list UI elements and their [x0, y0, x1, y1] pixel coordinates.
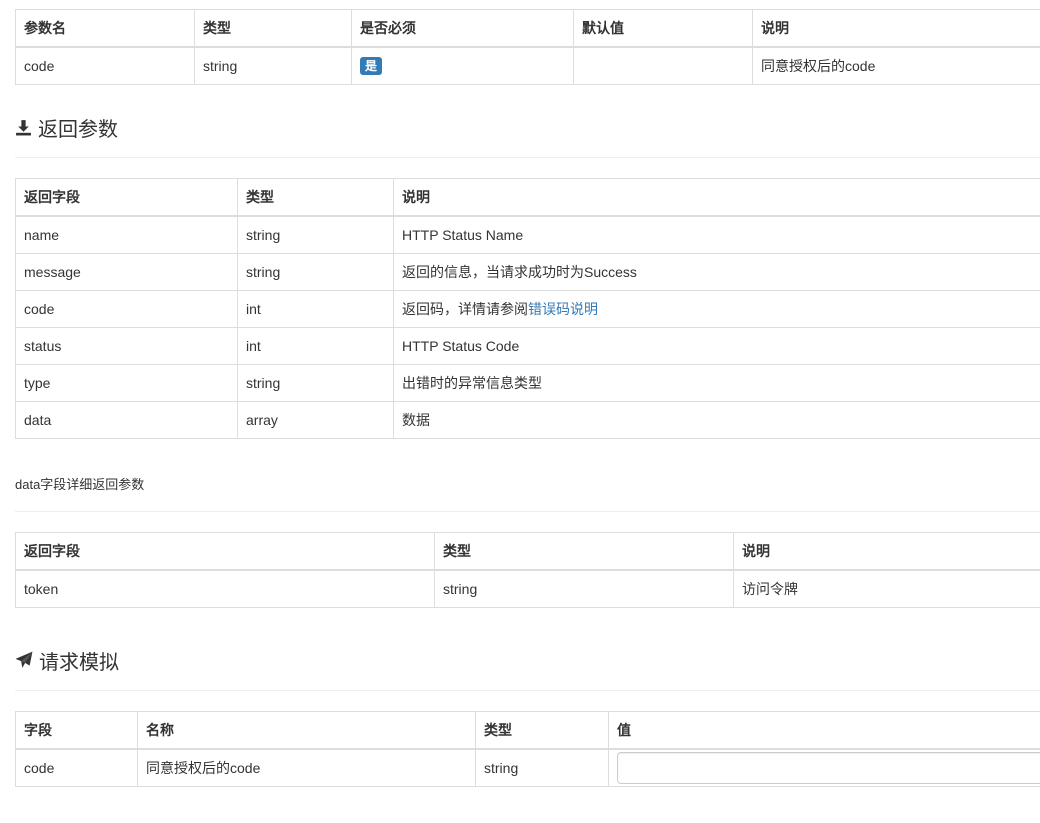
table-header-row: 参数名 类型 是否必须 默认值 说明 — [15, 9, 1040, 48]
table-row: code 同意授权后的code string — [15, 748, 1040, 787]
header-name: 名称 — [137, 711, 476, 750]
table-row: message string 返回的信息，当请求成功时为Success — [15, 253, 1040, 291]
paper-plane-icon — [15, 651, 33, 669]
header-description: 说明 — [393, 178, 1040, 217]
desc-cell: 返回码，详情请参阅错误码说明 — [393, 290, 1040, 328]
desc-cell: 出错时的异常信息类型 — [393, 364, 1040, 402]
header-type: 类型 — [434, 532, 734, 571]
name-cell: 同意授权后的code — [137, 748, 476, 787]
simulate-section-title: 请求模拟 — [15, 646, 1040, 674]
desc-cell: HTTP Status Name — [393, 215, 1040, 254]
table-header-row: 字段 名称 类型 值 — [15, 711, 1040, 750]
param-required-cell: 是 — [351, 46, 574, 85]
table-row: code int 返回码，详情请参阅错误码说明 — [15, 290, 1040, 328]
value-cell — [608, 748, 1040, 787]
table-row: code string 是 同意授权后的code — [15, 46, 1040, 85]
type-cell: int — [237, 290, 394, 328]
type-cell: string — [237, 253, 394, 291]
header-param-name: 参数名 — [15, 9, 195, 48]
type-cell: string — [237, 215, 394, 254]
header-field: 字段 — [15, 711, 138, 750]
header-description: 说明 — [733, 532, 1040, 571]
simulate-table: 字段 名称 类型 值 code 同意授权后的code string — [15, 711, 1040, 787]
error-code-link[interactable]: 错误码说明 — [528, 301, 598, 317]
required-badge: 是 — [360, 57, 383, 75]
param-default-cell — [573, 46, 753, 85]
type-cell: string — [434, 569, 734, 608]
param-type-cell: string — [194, 46, 352, 85]
desc-cell: 数据 — [393, 401, 1040, 439]
desc-cell: 返回的信息，当请求成功时为Success — [393, 253, 1040, 291]
table-header-row: 返回字段 类型 说明 — [15, 532, 1040, 571]
desc-cell: HTTP Status Code — [393, 327, 1040, 365]
request-params-table: 参数名 类型 是否必须 默认值 说明 code string 是 同意授权后的c… — [15, 9, 1040, 85]
download-icon — [15, 119, 32, 136]
table-row: data array 数据 — [15, 401, 1040, 439]
field-cell: type — [15, 364, 238, 402]
table-row: type string 出错时的异常信息类型 — [15, 364, 1040, 402]
table-row: status int HTTP Status Code — [15, 327, 1040, 365]
header-default: 默认值 — [573, 9, 753, 48]
return-section-title: 返回参数 — [15, 113, 1040, 141]
return-params-table: 返回字段 类型 说明 name string HTTP Status Name … — [15, 178, 1040, 439]
field-cell: code — [15, 290, 238, 328]
header-description: 说明 — [752, 9, 1040, 48]
type-cell: int — [237, 327, 394, 365]
field-cell: data — [15, 401, 238, 439]
code-value-input[interactable] — [617, 752, 1040, 784]
field-cell: code — [15, 748, 138, 787]
table-row: name string HTTP Status Name — [15, 215, 1040, 254]
desc-text: 返回码，详情请参阅 — [402, 301, 528, 317]
field-cell: message — [15, 253, 238, 291]
return-section-label: 返回参数 — [38, 118, 118, 141]
type-cell: string — [475, 748, 609, 787]
field-cell: token — [15, 569, 435, 608]
data-detail-label: data字段详细返回参数 — [15, 477, 145, 492]
header-value: 值 — [608, 711, 1040, 750]
param-desc-cell: 同意授权后的code — [752, 46, 1040, 85]
header-type: 类型 — [237, 178, 394, 217]
data-detail-table: 返回字段 类型 说明 token string 访问令牌 — [15, 532, 1040, 608]
simulate-section-label: 请求模拟 — [39, 651, 119, 674]
param-name-cell: code — [15, 46, 195, 85]
field-cell: status — [15, 327, 238, 365]
header-type: 类型 — [475, 711, 609, 750]
type-cell: string — [237, 364, 394, 402]
table-header-row: 返回字段 类型 说明 — [15, 178, 1040, 217]
header-return-field: 返回字段 — [15, 178, 238, 217]
header-return-field: 返回字段 — [15, 532, 435, 571]
field-cell: name — [15, 215, 238, 254]
desc-cell: 访问令牌 — [733, 569, 1040, 608]
header-required: 是否必须 — [351, 9, 574, 48]
type-cell: array — [237, 401, 394, 439]
table-row: token string 访问令牌 — [15, 569, 1040, 608]
api-doc-content: 参数名 类型 是否必须 默认值 说明 code string 是 同意授权后的c… — [15, 9, 1040, 787]
header-type: 类型 — [194, 9, 352, 48]
